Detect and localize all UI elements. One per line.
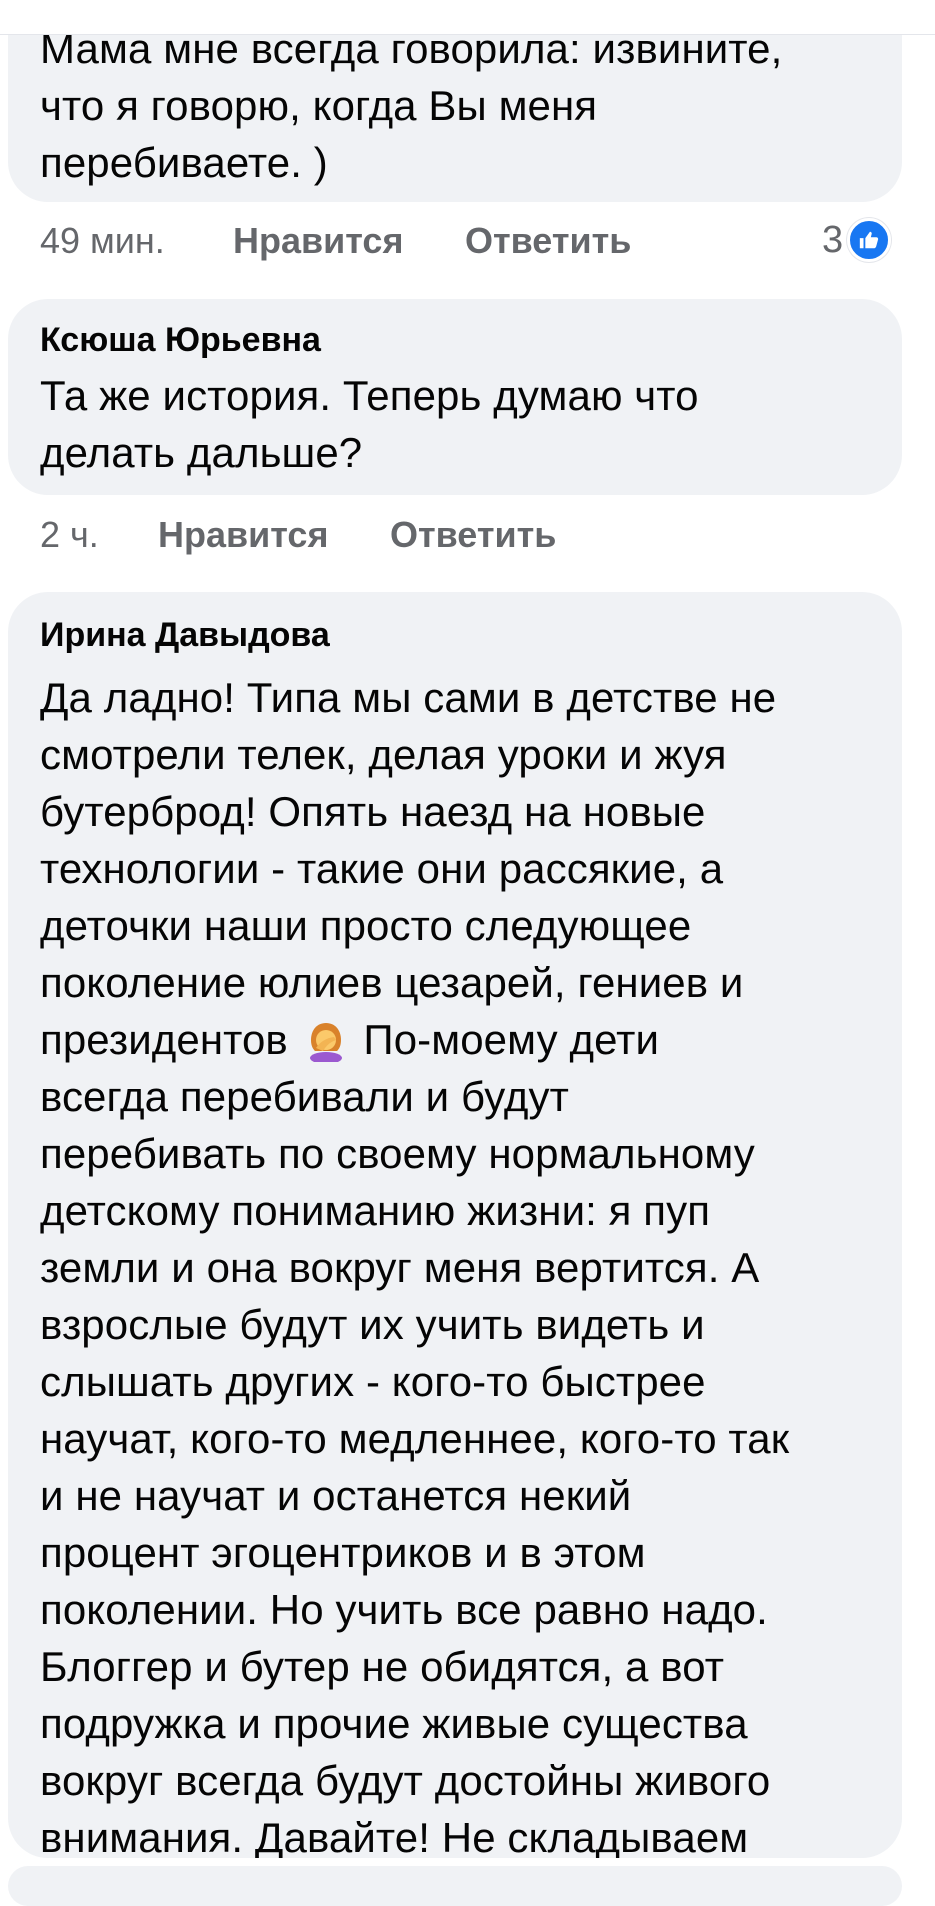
comment-author[interactable]: Ксюша Юрьевна	[40, 320, 870, 360]
comment-bubble: Ксюша Юрьевна Та же история. Теперь дума…	[8, 299, 902, 495]
top-bar	[0, 0, 935, 35]
comment-timestamp[interactable]: 2 ч.	[40, 514, 158, 556]
comment-text-part: По-моему дети всегда перебивали и будут …	[40, 1016, 790, 1858]
reaction-count: 3	[822, 218, 844, 261]
comment-bubble	[8, 1866, 902, 1906]
comment-text: Да ладно! Типа мы сами в детстве не смот…	[40, 669, 870, 1858]
comment-author[interactable]: Ирина Давыдова	[40, 615, 870, 655]
like-button[interactable]: Нравится	[158, 514, 390, 556]
woman-facepalming-emoji	[309, 1023, 342, 1062]
like-icon	[847, 218, 892, 262]
comment-timestamp[interactable]: 49 мин.	[40, 220, 233, 262]
like-button[interactable]: Нравится	[233, 220, 465, 262]
reaction-summary[interactable]: 3	[822, 215, 892, 265]
comment-text: Мама мне всегда говорила: извините, что …	[40, 25, 783, 186]
comment-bubble: Ирина Давыдова Да ладно! Типа мы сами в …	[8, 592, 902, 1858]
comment-actions: 2 ч. Нравится Ответить	[40, 510, 556, 560]
reply-button[interactable]: Ответить	[390, 514, 556, 556]
comment-text: Та же история. Теперь думаю что делать д…	[40, 372, 699, 476]
comment-text-part: Да ладно! Типа мы сами в детстве не смот…	[40, 674, 777, 1063]
reply-button[interactable]: Ответить	[465, 220, 631, 262]
comment-actions: 49 мин. Нравится Ответить	[40, 216, 631, 266]
